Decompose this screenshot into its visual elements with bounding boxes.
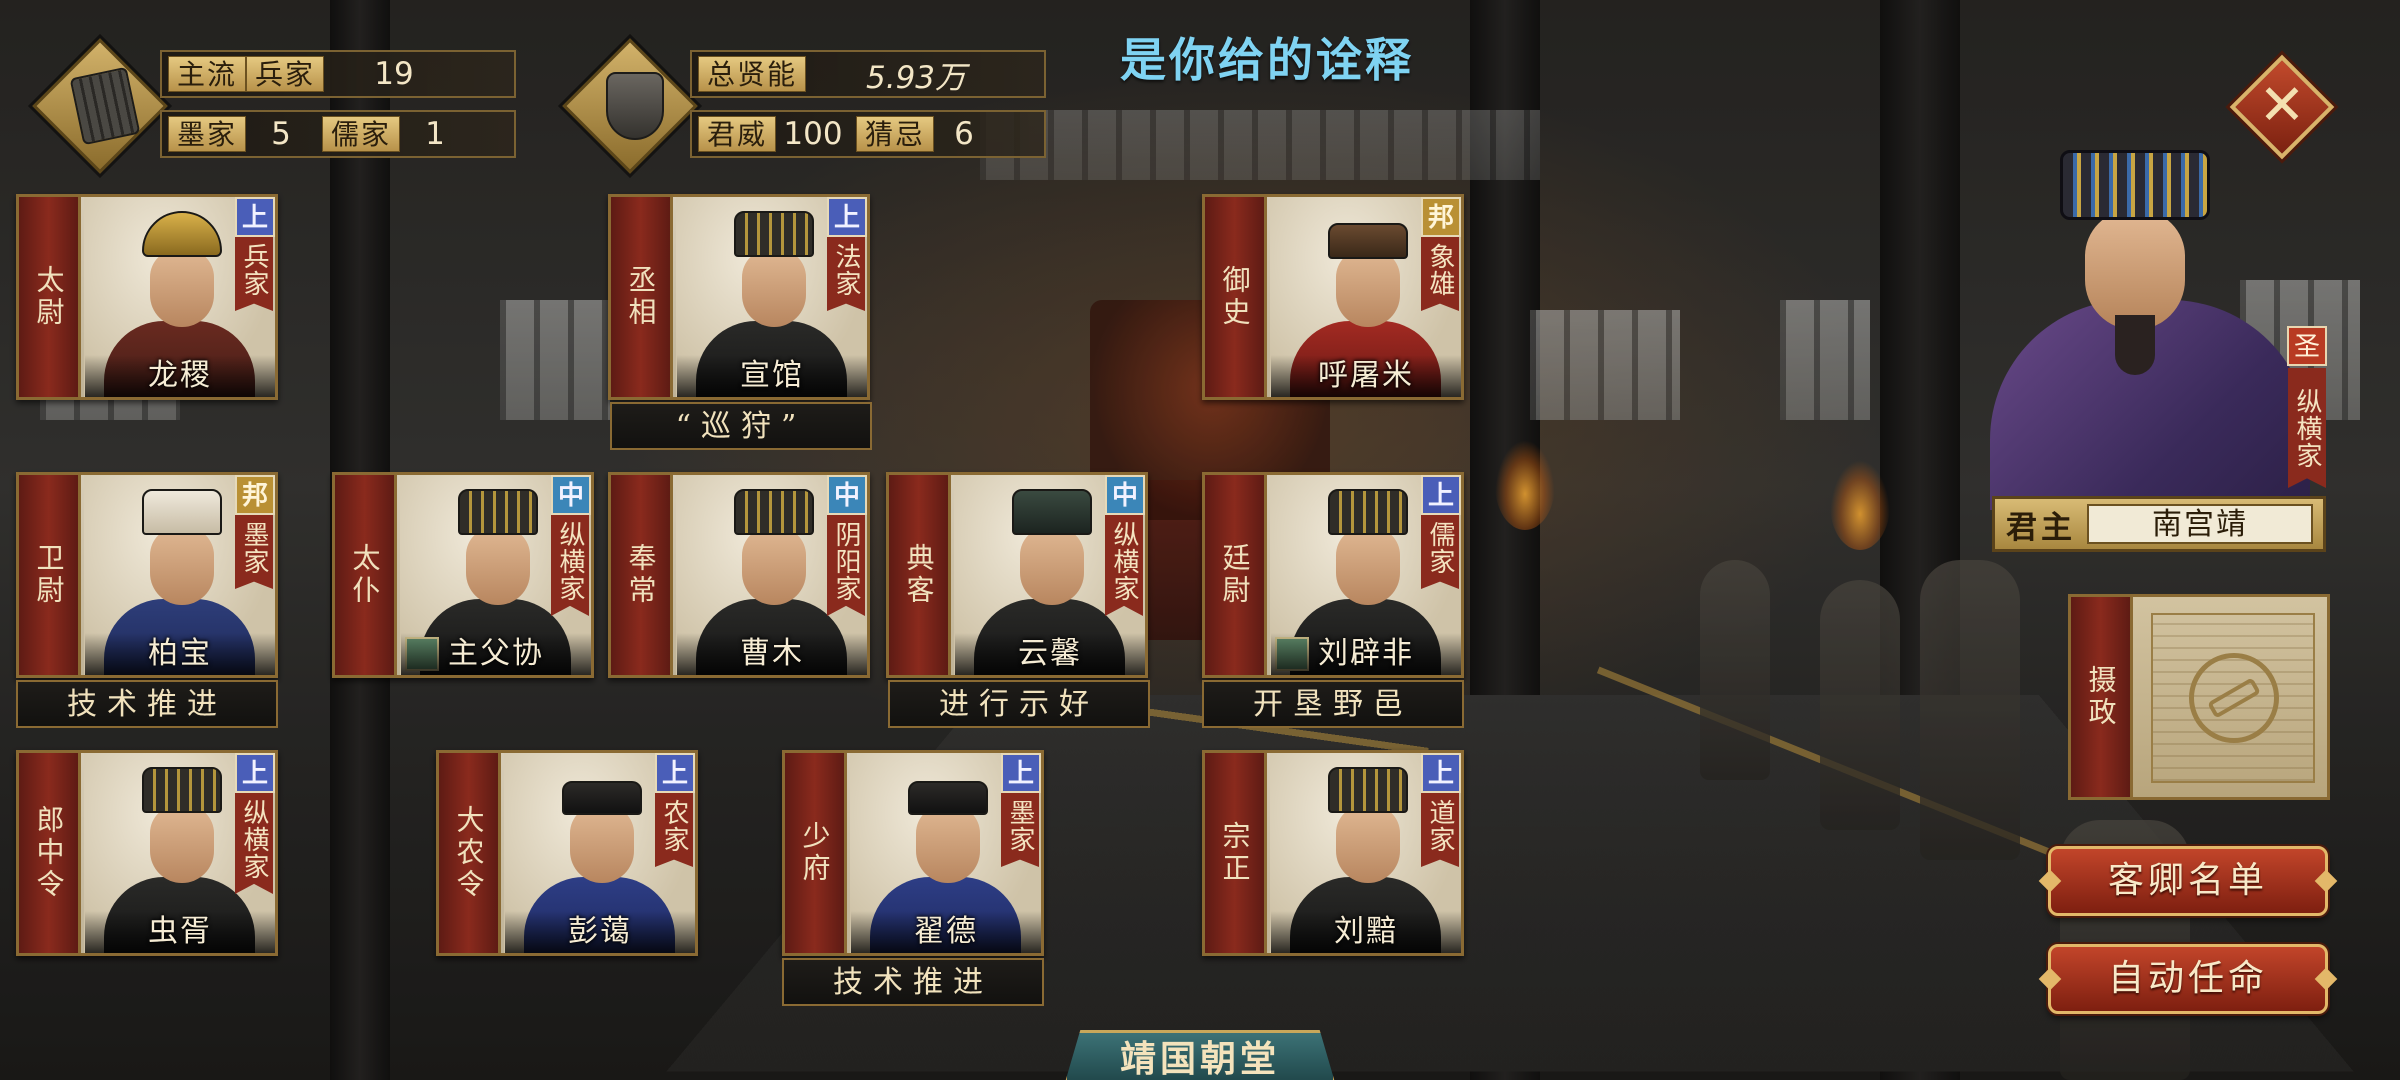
official-card-fengchang[interactable]: 奉常 中 阴阳家 曹木 [608,472,870,678]
post-title: 摄政 [2084,665,2118,729]
regent-slot[interactable]: 摄政 [2068,594,2330,800]
rank-badge: 上 [1421,753,1461,793]
tab-court[interactable]: 靖国朝堂 [1064,1030,1336,1080]
ruler-name: 南宫靖 [2087,504,2313,544]
talent-panel: 总贤能 5.93万 君威 100 猜忌 6 [562,38,1050,174]
post-title: 廷尉 [1218,543,1252,607]
suspicion-label: 猜忌 [856,116,935,152]
official-card-danongling[interactable]: 大农令 上 农家 彭蔼 [436,750,698,956]
guest-list-button[interactable]: 客卿名单 [2048,846,2328,916]
authority-label: 君威 [698,116,777,152]
official-card-zongzheng[interactable]: 宗正 上 道家 刘黯 [1202,750,1464,956]
official-name: 曹木 [677,633,867,675]
rank-badge: 上 [1001,753,1041,793]
rank-badge: 上 [655,753,695,793]
official-name: 云馨 [955,633,1145,675]
school-banner: 兵家 [235,237,273,311]
rank-badge: 邦 [235,475,275,515]
post-title: 奉常 [624,543,658,607]
rank-badge: 邦 [1421,197,1461,237]
school-banner: 农家 [655,793,693,867]
ruler-nameplate: 君主 南宫靖 [1992,496,2326,552]
school-banner: 纵横家 [235,793,273,894]
official-card-taiwei[interactable]: 太尉 上 兵家 龙稷 [16,194,278,400]
auto-appoint-button[interactable]: 自动任命 [2048,944,2328,1014]
total-talent-value: 5.93万 [866,59,967,96]
school-banner: 儒家 [1421,515,1459,589]
official-name: 翟德 [851,911,1041,953]
post-title: 丞相 [624,265,658,329]
policy-label-tingwei[interactable]: 开垦野邑 [1202,680,1464,728]
rank-badge: 上 [235,197,275,237]
school-label-ru: 儒家 [322,116,401,152]
post-title: 典客 [902,543,936,607]
mainstream-count: 19 [374,56,414,92]
post-title: 太仆 [348,543,382,607]
close-icon[interactable]: ✕ [2245,66,2319,146]
school-banner: 纵横家 [551,515,589,616]
empty-seal-icon [2189,653,2279,743]
official-name: 龙稷 [85,355,275,397]
official-name: 刘辟非 [1271,633,1461,675]
post-title: 卫尉 [32,543,66,607]
school-banner: 墨家 [1001,793,1039,867]
post-title: 宗正 [1218,821,1252,885]
post-title: 郎中令 [32,805,66,901]
policy-label-weiwei[interactable]: 技术推进 [16,680,278,728]
official-name: 呼屠米 [1271,355,1461,397]
official-card-shaofu[interactable]: 少府 上 墨家 翟德 [782,750,1044,956]
mainstream-label: 主流 [168,56,247,92]
rank-badge: 上 [827,197,867,237]
rank-badge: 中 [827,475,867,515]
official-name: 虫胥 [85,911,275,953]
official-name: 宣馆 [677,355,867,397]
school-banner: 纵横家 [1105,515,1143,616]
post-title: 太尉 [32,265,66,329]
school-banner: 墨家 [235,515,273,589]
school-count-ru: 1 [425,116,445,152]
school-banner: 法家 [827,237,865,311]
official-name: 刘黯 [1271,911,1461,953]
authority-row: 君威 100 猜忌 6 [690,110,1046,158]
post-title: 御史 [1218,265,1252,329]
total-talent-label: 总贤能 [698,56,807,92]
rank-badge: 中 [551,475,591,515]
rank-badge: 上 [235,753,275,793]
ruler-rank-badge: 圣 [2287,326,2327,366]
ruler-school-banner: 纵横家 [2288,368,2326,488]
school-count-mo: 5 [271,116,291,152]
school-banner: 象雄 [1421,237,1459,311]
ruler-portrait[interactable] [1960,150,2340,510]
official-name: 主父协 [401,633,591,675]
official-card-langzhongling[interactable]: 郎中令 上 纵横家 虫胥 [16,750,278,956]
policy-label-dianke[interactable]: 进行示好 [888,680,1150,728]
ruler-title: 君主 [2006,509,2076,546]
schools-panel: 主流 兵家 19 墨家 5 儒家 1 [32,38,520,174]
policy-label-chengxiang[interactable]: “巡狩” [610,402,872,450]
policy-label-shaofu[interactable]: 技术推进 [782,958,1044,1006]
bronze-tripod-icon [606,72,664,140]
mainstream-school: 兵家 [246,56,325,92]
official-name: 柏宝 [85,633,275,675]
mainstream-school-row: 主流 兵家 19 [160,50,516,98]
official-card-yushi[interactable]: 御史 邦 象雄 呼屠米 [1202,194,1464,400]
total-talent-row: 总贤能 5.93万 [690,50,1046,98]
post-title: 大农令 [452,805,486,901]
school-counts-row: 墨家 5 儒家 1 [160,110,516,158]
authority-value: 100 [783,116,843,152]
rank-badge: 中 [1105,475,1145,515]
school-label-mo: 墨家 [168,116,247,152]
school-banner: 阴阳家 [827,515,865,616]
rank-badge: 上 [1421,475,1461,515]
official-card-dianke[interactable]: 典客 中 纵横家 云馨 [886,472,1148,678]
school-banner: 道家 [1421,793,1459,867]
official-name: 彭蔼 [505,911,695,953]
official-card-chengxiang[interactable]: 丞相 上 法家 宣馆 [608,194,870,400]
post-title: 少府 [798,821,832,885]
official-card-weiwei[interactable]: 卫尉 邦 墨家 柏宝 [16,472,278,678]
page-title: 是你给的诠释 [1120,33,1414,87]
official-card-tingwei[interactable]: 廷尉 上 儒家 刘辟非 [1202,472,1464,678]
official-card-taipu[interactable]: 太仆 中 纵横家 主父协 [332,472,594,678]
suspicion-value: 6 [954,116,974,152]
